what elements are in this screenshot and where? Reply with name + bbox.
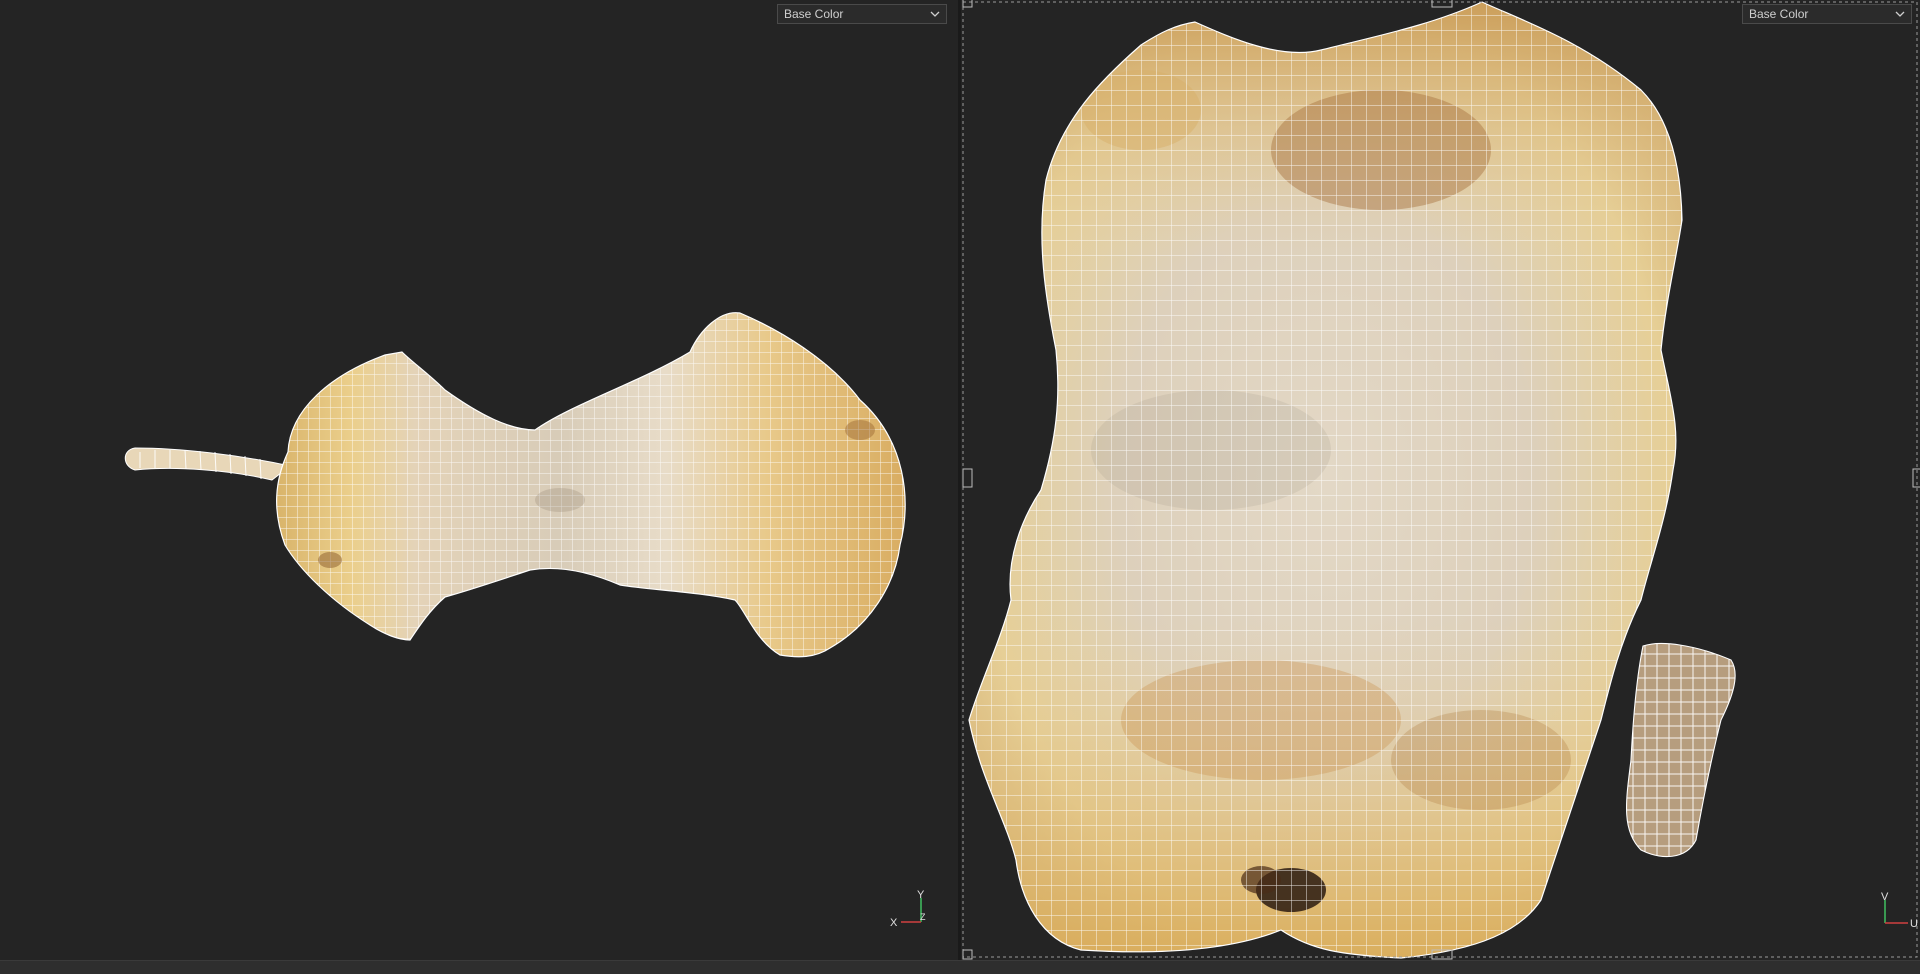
pear-stem <box>124 447 292 481</box>
axis-u-label: U <box>1910 918 1918 930</box>
status-bar <box>0 960 1920 974</box>
model-3d-canvas[interactable]: Y X Z <box>0 0 958 960</box>
axis-z-label: Z <box>920 912 926 922</box>
chevron-down-icon <box>1895 11 1905 17</box>
axis-y-label: Y <box>917 889 925 901</box>
axis-gizmo-3d: Y X Z <box>890 889 926 929</box>
uv-canvas[interactable]: V U <box>961 0 1920 960</box>
pear-mesh <box>276 312 906 658</box>
viewport-uv[interactable]: V U Base Color <box>961 0 1920 960</box>
uv-island-main[interactable] <box>961 0 1691 960</box>
axis-v-label: V <box>1881 891 1889 903</box>
channel-select-uv-value: Base Color <box>1749 7 1809 21</box>
channel-select-3d-value: Base Color <box>784 7 844 21</box>
chevron-down-icon <box>930 11 940 17</box>
channel-select-3d[interactable]: Base Color <box>777 4 947 24</box>
uv-island-stem[interactable] <box>1611 630 1751 870</box>
axis-gizmo-uv: V U <box>1881 891 1918 930</box>
axis-x-label: X <box>890 917 898 929</box>
viewport-3d[interactable]: Y X Z Base Color <box>0 0 958 960</box>
channel-select-uv[interactable]: Base Color <box>1742 4 1912 24</box>
